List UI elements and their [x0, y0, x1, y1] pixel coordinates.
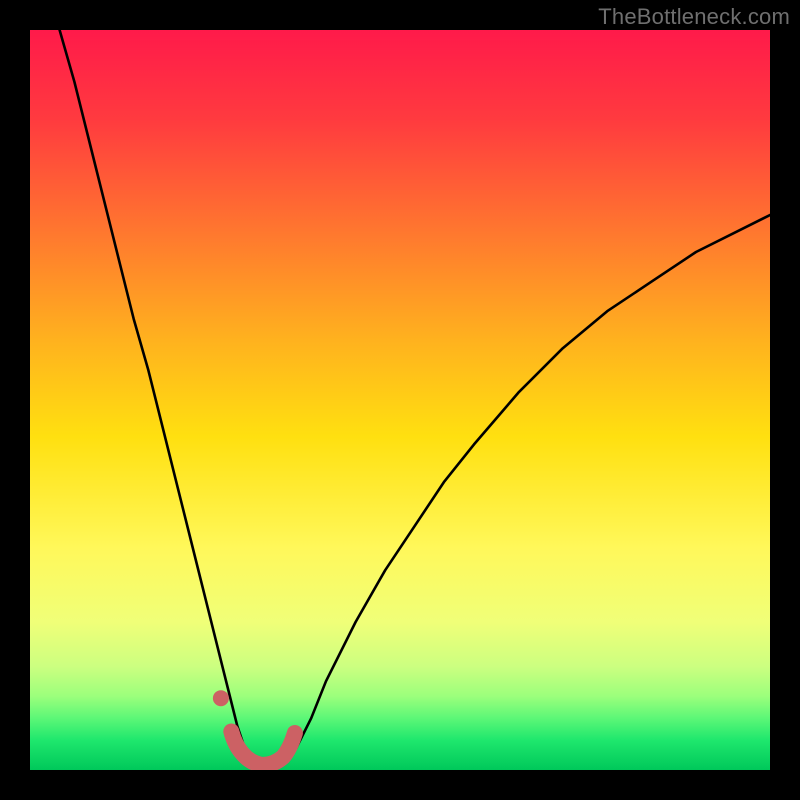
marker-dot — [213, 690, 229, 706]
marker-path — [231, 732, 295, 766]
chart-plot-layer — [30, 30, 770, 770]
chart-frame — [30, 30, 770, 770]
watermark-text: TheBottleneck.com — [598, 4, 790, 30]
bottleneck-curve — [60, 30, 770, 770]
